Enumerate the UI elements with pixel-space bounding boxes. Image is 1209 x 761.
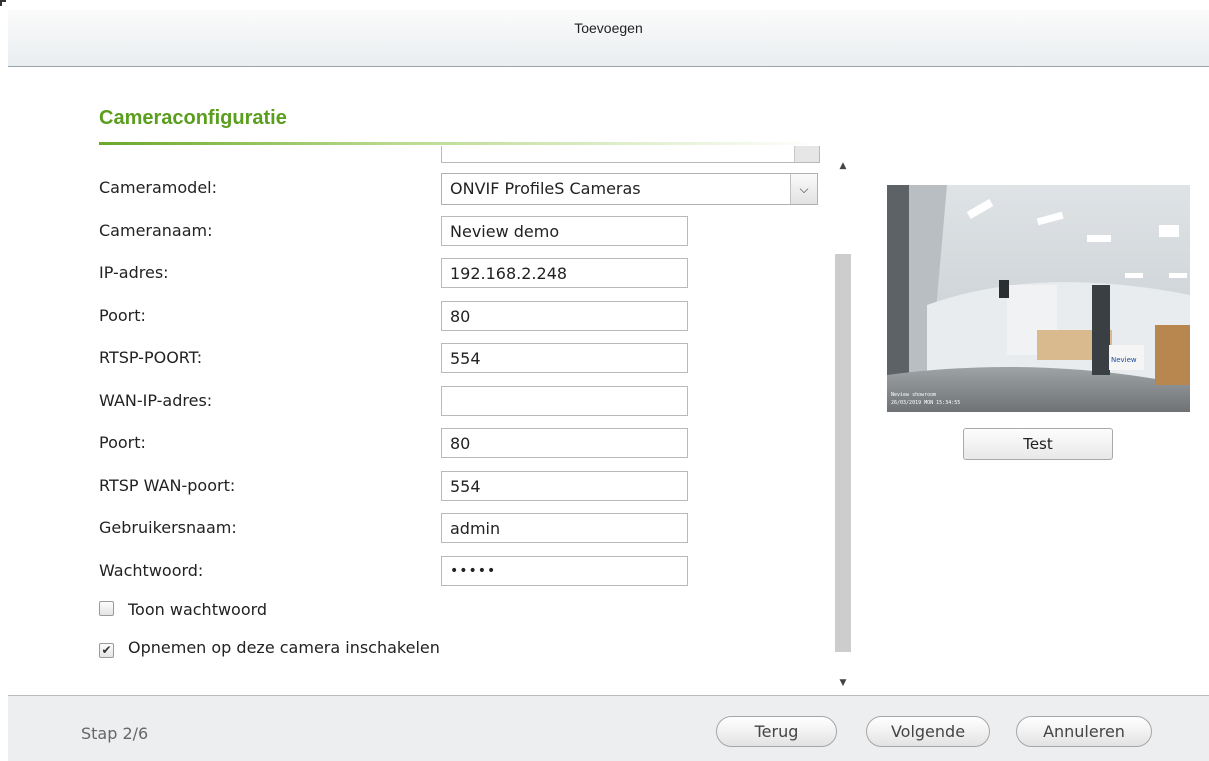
form-scrollbar[interactable]: ▲ ▼ (833, 157, 853, 692)
window-corner-mark (0, 0, 6, 6)
ip-address-input[interactable]: 192.168.2.248 (441, 258, 688, 288)
username-input[interactable]: admin (441, 513, 688, 543)
wan-ip-label: WAN-IP-adres: (99, 391, 213, 410)
enable-recording-label: Opnemen op deze camera inschakelen (128, 638, 440, 657)
rtsp-port-label: RTSP-POORT: (99, 348, 203, 367)
camera-preview-image: Neview Neview showroom 26/03/2019 MON 15… (887, 185, 1190, 412)
dialog-title: Toevoegen (574, 20, 643, 36)
step-indicator: Stap 2/6 (81, 724, 149, 743)
scroll-down-arrow-icon[interactable]: ▼ (833, 674, 853, 692)
enable-recording-checkbox[interactable]: ✔ (99, 643, 114, 658)
password-label: Wachtwoord: (99, 561, 204, 580)
previous-field-button[interactable] (794, 146, 819, 162)
cancel-button[interactable]: Annuleren (1016, 716, 1152, 747)
wan-port-label: Poort: (99, 433, 146, 452)
camera-name-input[interactable]: Neview demo (441, 216, 688, 246)
show-password-row[interactable]: Toon wachtwoord (99, 600, 267, 619)
section-underline (99, 142, 819, 145)
scrollbar-thumb[interactable] (835, 254, 851, 652)
check-icon: ✔ (101, 643, 112, 657)
password-input[interactable]: ••••• (441, 556, 688, 586)
rtsp-wan-port-input[interactable]: 554 (441, 471, 688, 501)
enable-recording-row[interactable]: ✔ Opnemen op deze camera inschakelen (99, 638, 440, 658)
ip-address-label: IP-adres: (99, 263, 169, 282)
back-button[interactable]: Terug (716, 716, 837, 747)
preview-timestamp-line2: 26/03/2019 MON 15:34:55 (891, 400, 960, 406)
previous-field-partial[interactable] (441, 146, 820, 163)
show-password-label: Toon wachtwoord (128, 600, 268, 619)
test-button[interactable]: Test (963, 428, 1113, 460)
camera-model-label: Cameramodel: (99, 178, 217, 197)
wan-ip-input[interactable] (441, 386, 688, 416)
section-title: Cameraconfiguratie (99, 107, 287, 129)
port-input[interactable]: 80 (441, 301, 688, 331)
wan-port-input[interactable]: 80 (441, 428, 688, 458)
camera-name-label: Cameranaam: (99, 221, 213, 240)
port-label: Poort: (99, 306, 146, 325)
preview-timestamp-line1: Neview showroom (891, 392, 936, 398)
dialog-titlebar: Toevoegen (8, 10, 1209, 67)
preview-brand-text: Neview (1111, 356, 1137, 364)
rtsp-port-input[interactable]: 554 (441, 343, 688, 373)
camera-model-value: ONVIF ProfileS Cameras (450, 179, 641, 198)
camera-model-select[interactable]: ONVIF ProfileS Cameras ⌵ (441, 173, 818, 205)
chevron-down-icon[interactable]: ⌵ (790, 174, 817, 204)
username-label: Gebruikersnaam: (99, 518, 237, 537)
camera-preview-scene: Neview Neview showroom 26/03/2019 MON 15… (887, 185, 1190, 412)
next-button[interactable]: Volgende (866, 716, 990, 747)
rtsp-wan-port-label: RTSP WAN-poort: (99, 476, 236, 495)
show-password-checkbox[interactable] (99, 601, 114, 616)
scroll-up-arrow-icon[interactable]: ▲ (833, 157, 853, 175)
